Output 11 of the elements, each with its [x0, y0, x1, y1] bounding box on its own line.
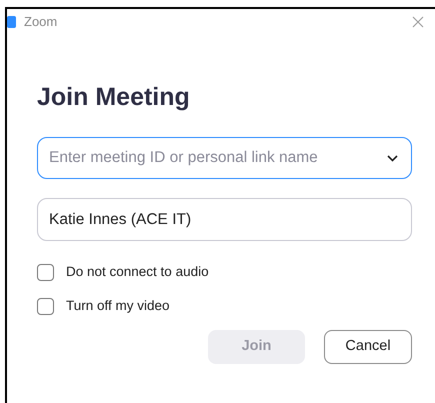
checkbox[interactable] — [37, 298, 54, 314]
meeting-id-field[interactable]: Enter meeting ID or personal link name — [37, 137, 412, 179]
cancel-button[interactable]: Cancel — [324, 330, 412, 364]
chevron-down-icon — [387, 155, 398, 162]
name-field[interactable]: Katie Innes (ACE IT) — [37, 198, 412, 241]
window-title: Zoom — [24, 13, 58, 32]
checkbox[interactable] — [37, 264, 54, 280]
checkbox-label: Turn off my video — [66, 296, 170, 315]
dialog-heading: Join Meeting — [37, 82, 190, 113]
checkbox-label: Do not connect to audio — [66, 262, 209, 281]
close-button[interactable] — [411, 15, 425, 29]
